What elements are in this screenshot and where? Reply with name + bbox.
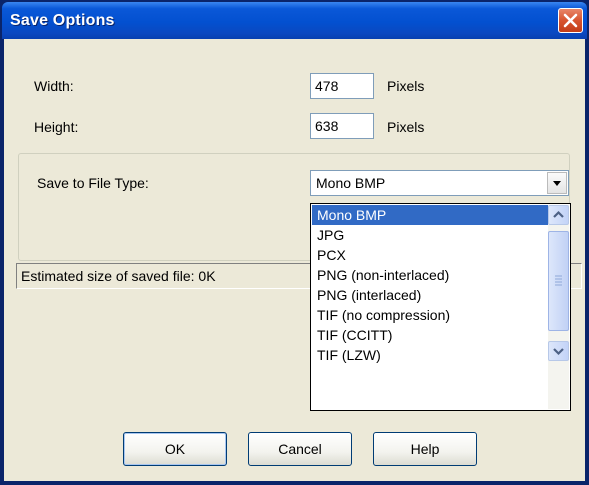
cancel-button[interactable]: Cancel: [248, 432, 352, 466]
list-item[interactable]: Mono BMP: [312, 205, 548, 225]
dropdown-arrow-button[interactable]: [547, 172, 567, 194]
chevron-down-icon: [553, 348, 564, 356]
file-type-selected-value: Mono BMP: [316, 175, 386, 191]
dialog-body: Width: 478 Pixels Height: 638 Pixels Sav…: [4, 39, 585, 481]
width-unit: Pixels: [387, 78, 425, 94]
list-item[interactable]: TIF (LZW): [312, 345, 548, 365]
width-field[interactable]: 478: [310, 73, 374, 99]
estimated-size-text: Estimated size of saved file: 0K: [21, 268, 216, 284]
height-unit: Pixels: [387, 119, 425, 135]
height-field[interactable]: 638: [310, 113, 374, 139]
title-bar[interactable]: Save Options: [2, 2, 587, 39]
scroll-up-button[interactable]: [548, 205, 569, 225]
dropdown-scrollbar[interactable]: [548, 205, 569, 409]
list-item[interactable]: TIF (no compression): [312, 305, 548, 325]
chevron-down-icon: [553, 181, 561, 186]
save-options-dialog: Save Options Width: 478 Pixels Height: 6…: [0, 0, 589, 485]
list-item[interactable]: PCX: [312, 245, 548, 265]
file-type-select[interactable]: Mono BMP: [310, 170, 569, 196]
height-label: Height:: [34, 119, 79, 135]
list-item[interactable]: PNG (interlaced): [312, 285, 548, 305]
list-item[interactable]: JPG: [312, 225, 548, 245]
scroll-thumb[interactable]: [548, 231, 569, 331]
ok-button[interactable]: OK: [123, 432, 227, 466]
window-frame-bottom: [0, 481, 589, 485]
width-label: Width:: [34, 78, 74, 94]
help-button[interactable]: Help: [373, 432, 477, 466]
close-button[interactable]: [558, 8, 583, 33]
list-item[interactable]: PNG (non-interlaced): [312, 265, 548, 285]
scroll-down-button[interactable]: [548, 341, 569, 361]
dialog-title: Save Options: [10, 12, 115, 29]
close-icon: [563, 13, 578, 28]
list-item[interactable]: TIF (CCITT): [312, 325, 548, 345]
chevron-up-icon: [553, 210, 564, 218]
file-type-dropdown-list[interactable]: Mono BMP JPG PCX PNG (non-interlaced) PN…: [310, 203, 571, 411]
grip-icon: [555, 275, 562, 286]
file-type-label: Save to File Type:: [37, 175, 149, 191]
